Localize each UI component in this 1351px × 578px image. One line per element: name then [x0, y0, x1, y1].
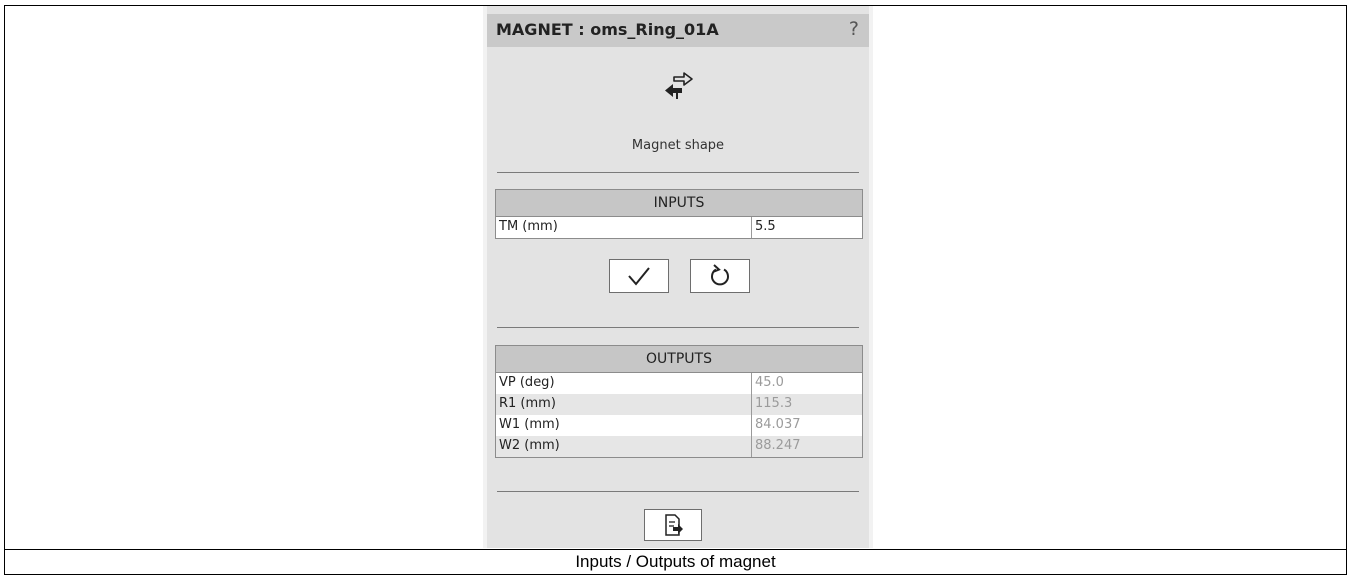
output-label: W2 (mm)	[496, 436, 752, 457]
output-value: 45.0	[755, 375, 784, 390]
output-value: 88.247	[755, 438, 801, 453]
outputs-table: OUTPUTS VP (deg) 45.0 R1 (mm) 115.3 W1 (…	[495, 345, 863, 458]
output-label: R1 (mm)	[496, 394, 752, 415]
outputs-header: OUTPUTS	[496, 346, 862, 373]
divider	[497, 172, 859, 173]
panel-title: MAGNET : oms_Ring_01A	[496, 20, 719, 39]
output-value: 84.037	[755, 417, 801, 432]
help-button[interactable]: ?	[849, 18, 859, 40]
refresh-icon	[711, 264, 729, 286]
magnet-panel: MAGNET : oms_Ring_01A ? Magnet shape INP…	[483, 6, 873, 548]
export-button[interactable]	[644, 509, 702, 541]
magnet-shape-label: Magnet shape	[631, 138, 725, 153]
divider	[497, 491, 859, 492]
output-label: W1 (mm)	[496, 415, 752, 436]
reset-button[interactable]	[690, 259, 750, 293]
input-field-tm[interactable]: 5.5	[752, 217, 862, 238]
input-label-tm: TM (mm)	[496, 217, 752, 238]
panel-header: MAGNET : oms_Ring_01A ?	[487, 14, 869, 47]
table-row: TM (mm) 5.5	[496, 217, 862, 238]
inputs-table: INPUTS TM (mm) 5.5	[495, 189, 863, 239]
swap-arrows-icon	[665, 72, 693, 99]
table-row: R1 (mm) 115.3	[496, 394, 862, 415]
figure-frame: MAGNET : oms_Ring_01A ? Magnet shape INP…	[4, 5, 1347, 575]
figure-caption: Inputs / Outputs of magnet	[5, 549, 1346, 574]
table-row: VP (deg) 45.0	[496, 373, 862, 394]
output-value: 115.3	[755, 396, 793, 411]
table-row: W1 (mm) 84.037	[496, 415, 862, 436]
table-row: W2 (mm) 88.247	[496, 436, 862, 457]
checkmark-icon	[628, 267, 650, 286]
output-label: VP (deg)	[496, 373, 752, 394]
divider	[497, 327, 859, 328]
export-icon	[665, 514, 683, 536]
inputs-header: INPUTS	[496, 190, 862, 217]
validate-button[interactable]	[609, 259, 669, 293]
